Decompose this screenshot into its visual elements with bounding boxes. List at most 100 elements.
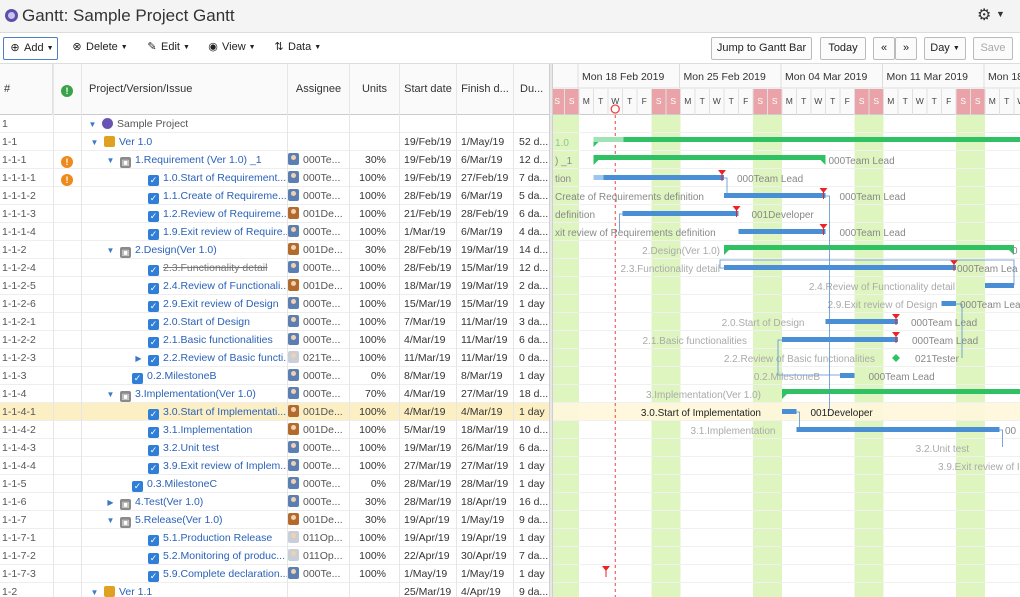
issue-name-link[interactable]: Ver 1.1	[119, 586, 152, 597]
row-name[interactable]: ✓ 0.2.MilestoneB	[82, 367, 287, 385]
table-row[interactable]: 1-1-2-4 ✓ 2.3.Functionality detail 000Te...…	[0, 259, 549, 277]
today-button[interactable]: Today	[820, 37, 866, 60]
issue-name-link[interactable]: Ver 1.0	[119, 136, 152, 148]
table-row[interactable]: 1-1-1-2 ✓ 1.1.Create of Requireme... 000Te.…	[0, 187, 549, 205]
column-header-duration[interactable]: Du...	[514, 64, 549, 115]
issue-name-link[interactable]: 4.Test(Ver 1.0)	[135, 496, 203, 508]
issue-name-link[interactable]: 0.3.MilestoneC	[147, 478, 217, 490]
row-name[interactable]: ▼ Ver 1.1	[82, 583, 287, 597]
edit-button[interactable]: ✎ Edit ▼	[146, 37, 190, 60]
issue-name-link[interactable]: 3.0.Start of Implementati...	[163, 406, 286, 418]
row-name[interactable]: ✓ 1.9.Exit review of Require...	[82, 223, 287, 241]
next-button[interactable]: »	[895, 37, 917, 60]
row-name[interactable]: ✓ 5.1.Production Release	[82, 529, 287, 547]
add-button[interactable]: ⊕ Add ▼	[3, 37, 58, 60]
row-name[interactable]: ✓ 1.2.Review of Requireme...	[82, 205, 287, 223]
row-name[interactable]: ✓ 3.2.Unit test	[82, 439, 287, 457]
column-header-num[interactable]: #	[0, 64, 53, 115]
table-row[interactable]: 1-1-4 ▼ ▣ 3.Implementation(Ver 1.0) 000Te...…	[0, 385, 549, 403]
column-header-assignee[interactable]: Assignee	[288, 64, 350, 115]
issue-checkbox-icon[interactable]: ✓	[132, 373, 143, 384]
row-name[interactable]: ✓ 0.3.MilestoneC	[82, 475, 287, 493]
table-row[interactable]: 1-1-2-1 ✓ 2.0.Start of Design 000Te... 100% 7…	[0, 313, 549, 331]
issue-name-link[interactable]: 5.1.Production Release	[163, 532, 272, 544]
row-name[interactable]: ✓ 5.2.Monitoring of produc...	[82, 547, 287, 565]
issue-name-link[interactable]: 2.3.Functionality detail	[163, 262, 267, 274]
issue-name-link[interactable]: 2.2.Review of Basic functi...	[163, 352, 287, 364]
table-row[interactable]: 1-1-4-2 ✓ 3.1.Implementation 001De... 100% 5/…	[0, 421, 549, 439]
row-name[interactable]: ▼ Ver 1.0	[82, 133, 287, 151]
issue-name-link[interactable]: 2.4.Review of Functionali...	[163, 280, 287, 292]
table-row[interactable]: 1-1-1-4 ✓ 1.9.Exit review of Require... 000…	[0, 223, 549, 241]
issue-checkbox-icon[interactable]: ✓	[148, 301, 159, 312]
data-button[interactable]: ⇅ Data ▼	[273, 37, 321, 60]
row-name[interactable]: ✓ 2.4.Review of Functionali...	[82, 277, 287, 295]
collapse-toggle-icon[interactable]: ▼	[88, 116, 97, 133]
warning-icon[interactable]: !	[61, 156, 73, 168]
jump-to-gantt-bar-button[interactable]: Jump to Gantt Bar	[711, 37, 812, 60]
row-name[interactable]: ▼ ▣ 3.Implementation(Ver 1.0)	[82, 385, 287, 403]
row-name[interactable]: ✓ 1.0.Start of Requirement...	[82, 169, 287, 187]
issue-name-link[interactable]: 1.Requirement (Ver 1.0) _1	[135, 154, 262, 166]
table-row[interactable]: 1-1-2-2 ✓ 2.1.Basic functionalities 000Te..…	[0, 331, 549, 349]
issue-name-link[interactable]: Sample Project	[117, 118, 188, 130]
issue-name-link[interactable]: 1.0.Start of Requirement...	[163, 172, 286, 184]
save-button[interactable]: Save	[973, 37, 1013, 60]
delete-button[interactable]: ⊗ Delete ▼	[71, 37, 127, 60]
table-row[interactable]: 1-1-2-5 ✓ 2.4.Review of Functionali... 001D…	[0, 277, 549, 295]
table-row[interactable]: 1-1-4-4 ✓ 3.9.Exit review of Implem... 000T…	[0, 457, 549, 475]
issue-name-link[interactable]: 5.2.Monitoring of produc...	[163, 550, 285, 562]
table-row[interactable]: 1-1-2-6 ✓ 2.9.Exit review of Design 000Te..…	[0, 295, 549, 313]
row-name[interactable]: ✓ 3.0.Start of Implementati...	[82, 403, 287, 421]
issue-checkbox-icon[interactable]: ✓	[148, 445, 159, 456]
table-row[interactable]: 1-1-3 ✓ 0.2.MilestoneB 000Te... 0% 8/Mar/19 8/…	[0, 367, 549, 385]
issue-name-link[interactable]: 2.Design(Ver 1.0)	[135, 244, 217, 256]
row-name[interactable]: ✓ 3.9.Exit review of Implem...	[82, 457, 287, 475]
table-row[interactable]: 1-1-7 ▼ ▣ 5.Release(Ver 1.0) 001De... 30% 19/A…	[0, 511, 549, 529]
row-name[interactable]: ▼ Sample Project	[82, 115, 287, 133]
row-name[interactable]: ▼ ▣ 2.Design(Ver 1.0)	[82, 241, 287, 259]
issue-name-link[interactable]: 5.9.Complete declaration...	[163, 568, 287, 580]
issue-checkbox-icon[interactable]: ✓	[148, 571, 159, 582]
issue-name-link[interactable]: 2.0.Start of Design	[163, 316, 250, 328]
issue-name-link[interactable]: 3.2.Unit test	[163, 442, 219, 454]
table-row[interactable]: 1-1-2 ▼ ▣ 2.Design(Ver 1.0) 001De... 30% 28/Fe…	[0, 241, 549, 259]
table-row[interactable]: 1-2 ▼ Ver 1.1 25/Mar/19 4/Apr/19 9 da...	[0, 583, 549, 597]
issue-checkbox-icon[interactable]: ✓	[148, 283, 159, 294]
issue-checkbox-icon[interactable]: ✓	[148, 337, 159, 348]
issue-checkbox-icon[interactable]: ✓	[148, 319, 159, 330]
scale-select[interactable]: Day ▼	[924, 37, 966, 60]
table-row[interactable]: 1-1-4-1 ✓ 3.0.Start of Implementati... 001D…	[0, 403, 549, 421]
issue-name-link[interactable]: 3.Implementation(Ver 1.0)	[135, 388, 256, 400]
table-row[interactable]: 1-1-4-3 ✓ 3.2.Unit test 000Te... 100% 19/Mar/…	[0, 439, 549, 457]
expand-toggle-icon[interactable]: ▶	[106, 494, 115, 511]
view-button[interactable]: ◉ View ▼	[207, 37, 255, 60]
column-header-finish[interactable]: Finish d...	[457, 64, 514, 115]
issue-name-link[interactable]: 2.9.Exit review of Design	[163, 298, 279, 310]
issue-checkbox-icon[interactable]: ✓	[148, 427, 159, 438]
row-name[interactable]: ▶ ✓ 2.2.Review of Basic functi...	[82, 349, 287, 367]
row-name[interactable]: ✓ 2.1.Basic functionalities	[82, 331, 287, 349]
issue-name-link[interactable]: 3.1.Implementation	[163, 424, 252, 436]
row-name[interactable]: ▼ ▣ 1.Requirement (Ver 1.0) _1	[82, 151, 287, 169]
row-name[interactable]: ✓ 5.9.Complete declaration...	[82, 565, 287, 583]
table-row[interactable]: 1-1-6 ▶ ▣ 4.Test(Ver 1.0) 000Te... 30% 28/Mar/…	[0, 493, 549, 511]
issue-checkbox-icon[interactable]: ✓	[148, 175, 159, 186]
issue-checkbox-icon[interactable]: ✓	[148, 229, 159, 240]
collapse-toggle-icon[interactable]: ▼	[106, 386, 115, 403]
issue-checkbox-icon[interactable]: ✓	[148, 265, 159, 276]
row-name[interactable]: ▼ ▣ 5.Release(Ver 1.0)	[82, 511, 287, 529]
issue-checkbox-icon[interactable]: ✓	[148, 409, 159, 420]
issue-name-link[interactable]: 1.2.Review of Requireme...	[163, 208, 287, 220]
issue-name-link[interactable]: 3.9.Exit review of Implem...	[163, 460, 287, 472]
issue-checkbox-icon[interactable]: ✓	[148, 463, 159, 474]
column-header-units[interactable]: Units	[350, 64, 400, 115]
column-header-name[interactable]: Project/Version/Issue	[82, 64, 288, 115]
row-name[interactable]: ✓ 2.3.Functionality detail	[82, 259, 287, 277]
issue-name-link[interactable]: 1.1.Create of Requireme...	[163, 190, 287, 202]
issue-name-link[interactable]: 0.2.MilestoneB	[147, 370, 216, 382]
table-row[interactable]: 1-1 ▼ Ver 1.0 19/Feb/19 1/May/19 52 d...	[0, 133, 549, 151]
collapse-toggle-icon[interactable]: ▼	[90, 584, 99, 597]
issue-checkbox-icon[interactable]: ✓	[148, 193, 159, 204]
table-row[interactable]: 1-1-1-3 ✓ 1.2.Review of Requireme... 001De.…	[0, 205, 549, 223]
